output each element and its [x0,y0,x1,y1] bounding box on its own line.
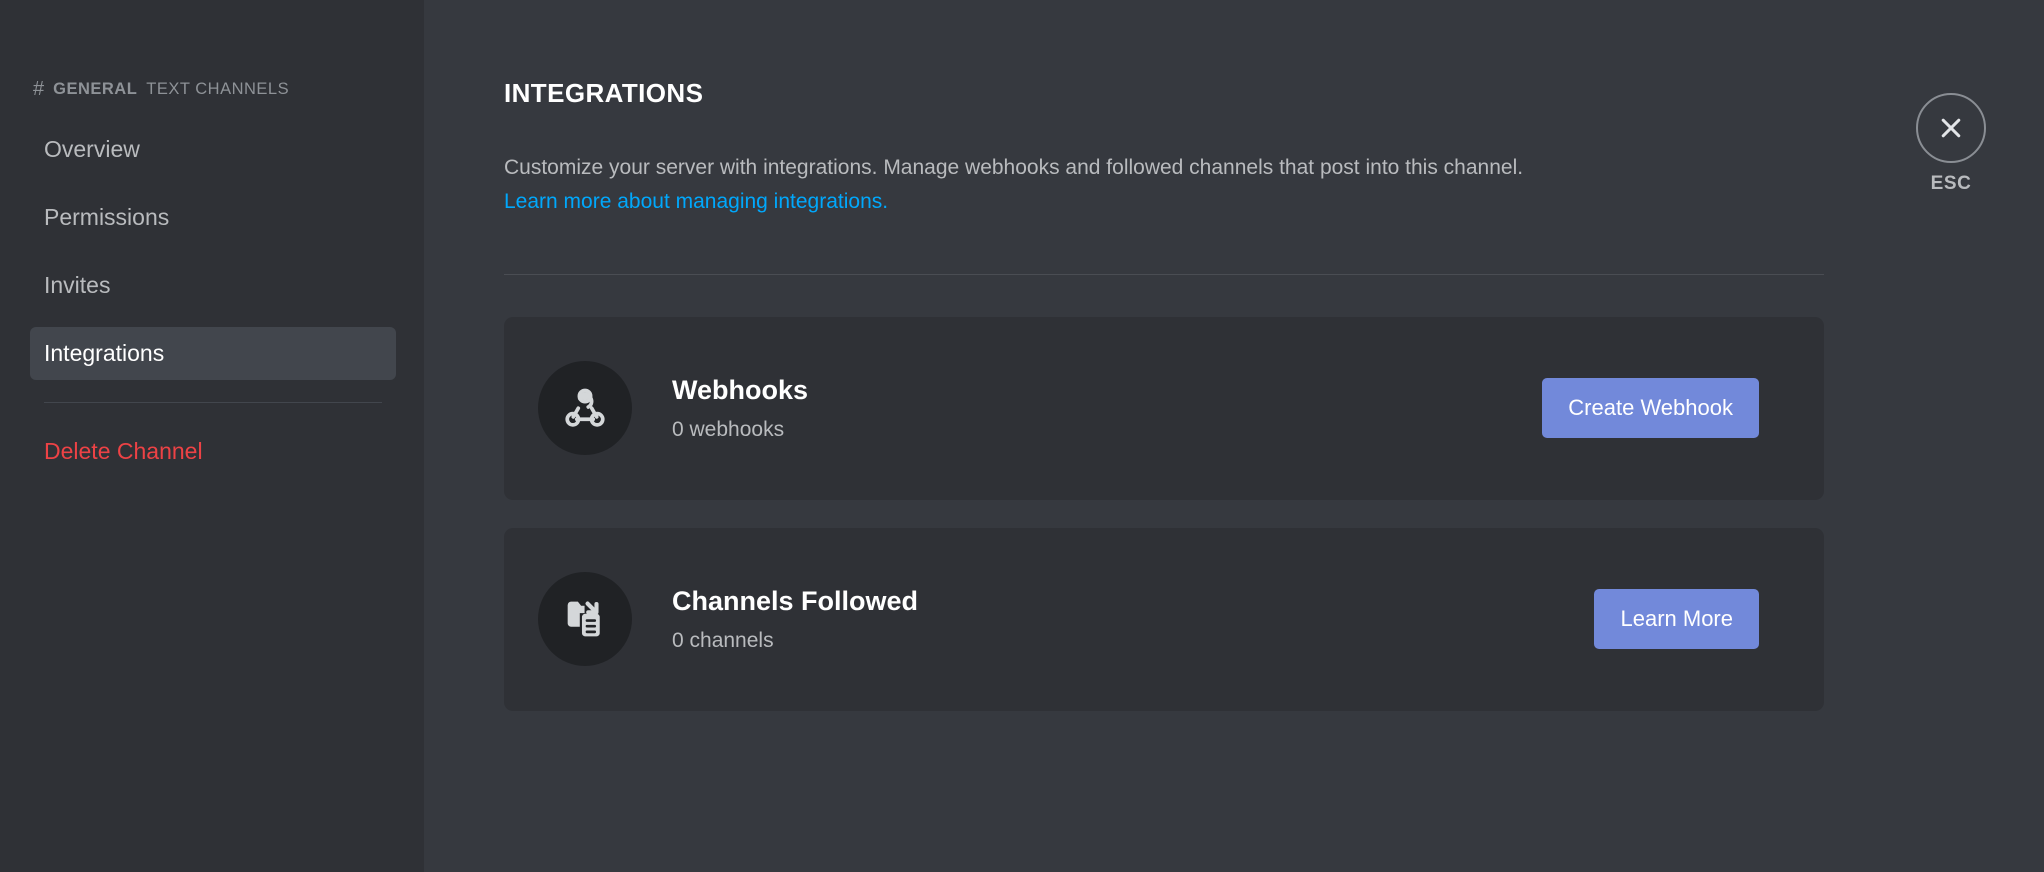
sidebar-header: # GENERAL TEXT CHANNELS [30,78,396,99]
webhook-icon [538,361,632,456]
sidebar-divider [44,402,382,403]
hash-icon: # [33,78,45,99]
sidebar-item-delete-channel[interactable]: Delete Channel [30,425,396,478]
close-settings-button[interactable]: ESC [1907,93,1995,195]
learn-more-button[interactable]: Learn More [1594,589,1759,650]
settings-content: INTEGRATIONS Customize your server with … [424,0,2044,872]
channels-followed-card-text: Channels Followed 0 channels [672,585,1594,654]
channel-name: GENERAL [53,80,138,98]
webhooks-card-title: Webhooks [672,375,809,406]
page-description: Customize your server with integrations.… [504,156,1524,179]
settings-window: # GENERAL TEXT CHANNELS Overview Permiss… [0,0,2044,872]
esc-label: ESC [1930,173,1972,194]
channels-followed-card-subtitle: 0 channels [672,629,774,653]
create-webhook-button[interactable]: Create Webhook [1542,378,1759,439]
webhooks-card: Webhooks 0 webhooks Create Webhook [504,316,1824,500]
sidebar-item-permissions[interactable]: Permissions [30,191,396,244]
sidebar-item-invites[interactable]: Invites [30,259,396,312]
webhooks-card-subtitle: 0 webhooks [672,418,785,442]
webhooks-card-text: Webhooks 0 webhooks [672,374,1542,443]
sidebar-item-overview[interactable]: Overview [30,123,396,176]
channels-followed-card-title: Channels Followed [672,586,919,617]
page-title: INTEGRATIONS [504,78,704,108]
settings-sidebar: # GENERAL TEXT CHANNELS Overview Permiss… [0,0,424,872]
learn-more-integrations-link[interactable]: Learn more about managing integrations. [504,187,888,217]
channels-followed-card: Channels Followed 0 channels Learn More [504,527,1824,711]
close-icon[interactable] [1916,93,1986,163]
section-divider [504,273,1824,275]
channels-followed-icon [538,572,632,667]
sidebar-section-label: TEXT CHANNELS [146,80,290,98]
sidebar-content: # GENERAL TEXT CHANNELS Overview Permiss… [30,78,396,478]
content-inner: INTEGRATIONS Customize your server with … [504,78,1824,711]
sidebar-item-integrations[interactable]: Integrations [30,327,396,380]
